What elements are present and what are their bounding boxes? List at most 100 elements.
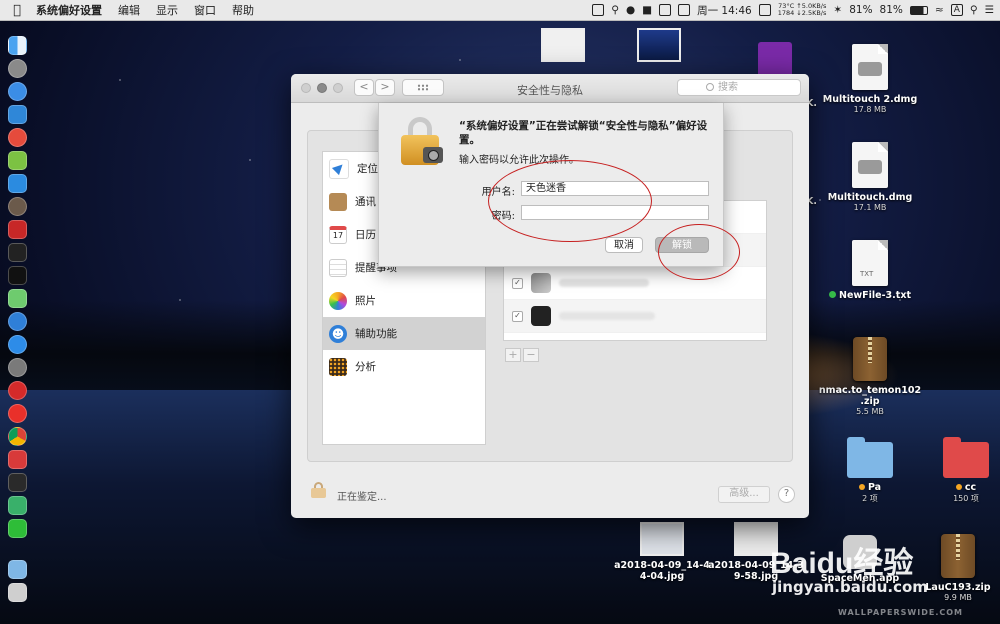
notification-center-icon[interactable]: ☰ [985,4,994,16]
wechat-dock-icon[interactable] [7,519,27,538]
chat-icon[interactable]: ■ [642,4,652,16]
safari-icon[interactable] [7,82,27,101]
desktop-folder-pa[interactable]: Pa 2 项 [838,437,902,504]
contacts-icon[interactable] [7,105,27,124]
photos-icon [329,291,347,310]
calendar-icon: 17 [329,225,347,244]
chrome-icon[interactable] [7,427,27,446]
app-checkbox[interactable]: ✓ [512,310,523,322]
window-titlebar: < > 安全性与隐私 搜索 [291,74,809,103]
desktop-screenshot-thumb-1[interactable] [541,28,585,66]
unlock-button[interactable]: 解锁 [655,237,709,253]
desktop-file-newfile[interactable]: TXT NewFile-3.txt [822,240,918,301]
app-row[interactable]: ✓ [504,267,766,300]
app-red-icon[interactable] [7,128,27,147]
desktop-file-nmac-zip[interactable]: nmac.to_temon102 .zip 5.5 MB [818,337,922,416]
help-button[interactable]: ? [778,486,795,503]
vivaldi-icon[interactable] [7,450,27,469]
trash-icon[interactable] [7,583,27,602]
username-field[interactable]: 天色迷香 [521,181,709,196]
reminders-icon [329,258,347,277]
wechat-icon[interactable]: ● [626,4,635,16]
yandex-icon[interactable] [7,404,27,423]
orange-tag-icon [858,484,865,490]
launchpad-icon[interactable] [7,59,27,78]
folder-count: 150 项 [953,494,979,503]
apple-menu-icon[interactable]:  [0,3,34,18]
username-label: 用户名: [481,187,515,198]
desktop-folder-cc[interactable]: cc 150 项 [934,437,998,504]
pin-icon[interactable]: ⚲ [611,4,619,16]
add-app-button[interactable]: + [505,348,521,362]
accessibility-icon: ☻ [329,324,347,343]
media-app-icon[interactable] [7,220,27,239]
folder-icon [943,437,989,478]
search-icon[interactable]: ⚲ [970,4,978,16]
net-down: 2.5KB/s [801,9,827,17]
dock [4,36,30,602]
category-photos[interactable]: 照片 [323,284,485,317]
advanced-button[interactable]: 高级... [718,486,770,503]
category-accessibility[interactable]: ☻ 辅助功能 [323,317,485,350]
menu-help[interactable]: 帮助 [224,2,262,18]
maps-icon[interactable] [7,289,27,308]
orange-tag-icon [955,484,962,490]
menu-window[interactable]: 窗口 [186,2,224,18]
camera-icon[interactable] [758,4,771,16]
system-preferences-icon[interactable] [7,358,27,377]
category-analytics[interactable]: 分析 [323,350,485,383]
menu-view[interactable]: 显示 [148,2,186,18]
category-label: 通讯 [355,196,376,208]
menu-status-area: ⚲ ● ■ 周一 14:46 73°C ↑5.0KB/s 1784 ↓2.5KB… [592,0,994,20]
app-checkbox[interactable]: ✓ [512,277,523,289]
gear-app-icon[interactable] [7,197,27,216]
lock-status-text: 正在鉴定... [337,492,387,503]
wifi-icon[interactable]: ≈ [935,4,944,16]
display-icon[interactable] [659,4,672,16]
downloads-folder-icon[interactable] [7,560,27,579]
app-icon [531,306,551,326]
category-label: 辅助功能 [355,328,397,340]
menu-edit[interactable]: 编辑 [110,2,148,18]
remove-app-button[interactable]: − [523,348,539,362]
cancel-button[interactable]: 取消 [605,237,643,253]
file-name: NewFile-3.txt [822,290,918,301]
analytics-icon [329,357,347,376]
lock-icon[interactable] [311,482,326,498]
password-field[interactable] [521,205,709,220]
status-app-icon[interactable] [592,4,605,16]
file-name: Multitouch 2.dmg [822,94,918,105]
netease-music-icon[interactable] [7,381,27,400]
finder-icon[interactable] [7,36,27,55]
category-label: 分析 [355,361,376,373]
menu-app-name[interactable]: 系统偏好设置 [34,2,110,18]
battery-percent-2[interactable]: 81% [880,4,903,16]
search-field[interactable]: 搜索 [677,79,801,96]
android-icon[interactable] [7,151,27,170]
folder-name: cc [934,482,998,493]
activity-monitor-icon[interactable] [7,243,27,262]
dmg-file-icon [852,142,888,188]
menu-clock[interactable]: 周一 14:46 [697,3,752,18]
app-row[interactable]: ✓ [504,300,766,333]
bluetooth-icon[interactable]: ✶ [833,4,842,16]
battery-icon[interactable] [909,5,928,15]
app-store-icon[interactable] [7,335,27,354]
console-icon[interactable] [7,473,27,492]
system-monitor[interactable]: 73°C ↑5.0KB/s 1784 ↓2.5KB/s [778,3,827,17]
screen-share-icon[interactable] [7,496,27,515]
menu-bar:  系统偏好设置 编辑 显示 窗口 帮助 ⚲ ● ■ 周一 14:46 73°C… [0,0,1000,21]
desktop-file-lauc-zip[interactable]: LauC193.zip 9.9 MB [920,534,996,602]
teamviewer-icon[interactable] [7,312,27,331]
terminal-icon[interactable] [7,266,27,285]
desktop-file-multitouch[interactable]: Multitouch.dmg 17.1 MB [822,142,918,212]
battery-percent-1[interactable]: 81% [849,4,872,16]
file-name-line1: a2018-04-09_14-4 [614,560,710,571]
grid-icon[interactable] [678,4,691,16]
input-method-icon[interactable]: A [950,4,963,16]
desktop-screenshot-thumb-2[interactable] [637,28,681,66]
migration-icon[interactable] [7,174,27,193]
desktop-file-multitouch2[interactable]: Multitouch 2.dmg 17.8 MB [822,44,918,114]
desktop-image-a2018-1[interactable]: a2018-04-09_14-4 4-04.jpg [612,522,712,582]
baidu-watermark: Baidu经验 [770,547,914,580]
